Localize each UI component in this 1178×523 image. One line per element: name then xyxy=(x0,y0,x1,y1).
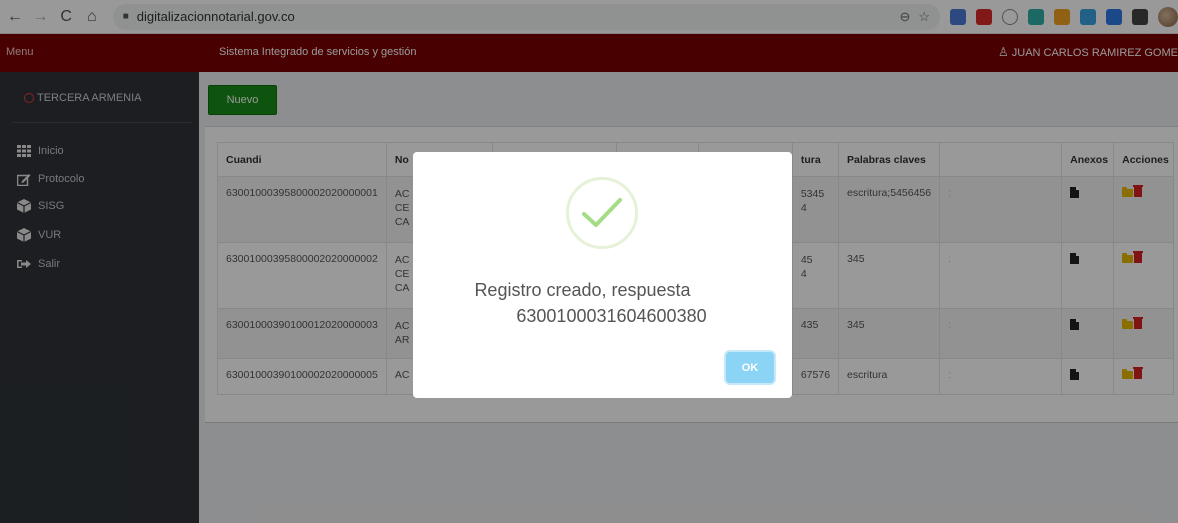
dialog-message: Registro creado, respuesta xyxy=(474,280,691,300)
success-dialog: Registro creado, respuesta 6300100031604… xyxy=(413,152,792,398)
ok-button[interactable]: OK xyxy=(726,352,774,383)
dialog-response-code: 6300100031604600380 xyxy=(516,306,707,326)
dialog-title: Registro creado, respuesta 6300100031604… xyxy=(413,278,792,328)
success-check-icon xyxy=(566,177,638,249)
